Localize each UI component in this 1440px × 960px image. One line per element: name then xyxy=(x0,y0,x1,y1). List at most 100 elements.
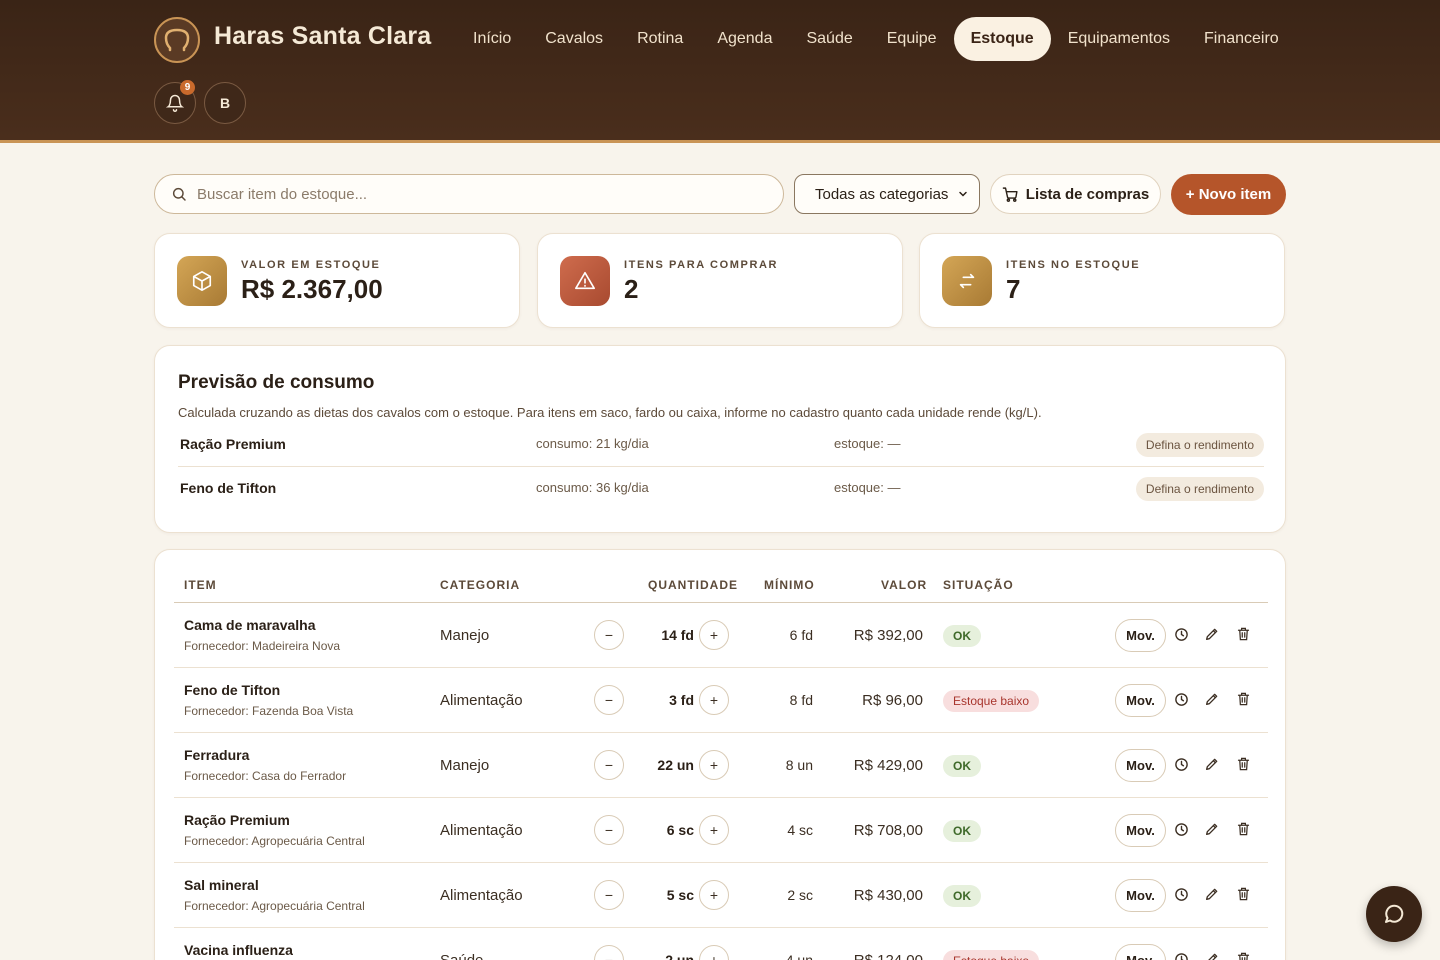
forecast-consumption: consumo: 36 kg/dia xyxy=(536,480,649,495)
table-row: Sal mineral Fornecedor: Agropecuária Cen… xyxy=(174,863,1268,928)
main-nav: Início Cavalos Rotina Agenda Saúde Equip… xyxy=(456,17,1296,61)
item-category: Manejo xyxy=(440,757,490,774)
edit-icon[interactable] xyxy=(1203,820,1221,838)
column-header-category[interactable]: CATEGORIA xyxy=(440,578,520,592)
column-header-minimum[interactable]: MÍNIMO xyxy=(764,578,815,592)
shopping-list-button[interactable]: Lista de compras xyxy=(990,174,1161,214)
edit-icon[interactable] xyxy=(1203,625,1221,643)
trash-icon[interactable] xyxy=(1234,950,1252,960)
status-badge: OK xyxy=(943,755,981,777)
edit-icon[interactable] xyxy=(1203,885,1221,903)
table-row: Ração Premium Fornecedor: Agropecuária C… xyxy=(174,798,1268,863)
inventory-table-card: ITEM CATEGORIA QUANTIDADE MÍNIMO VALOR S… xyxy=(154,549,1286,960)
history-icon[interactable] xyxy=(1172,755,1190,773)
nav-financeiro[interactable]: Financeiro xyxy=(1187,17,1296,61)
movement-button[interactable]: Mov. xyxy=(1115,619,1166,652)
brand-name[interactable]: Haras Santa Clara xyxy=(214,22,431,51)
define-yield-button[interactable]: Defina o rendimento xyxy=(1135,433,1264,457)
nav-inicio[interactable]: Início xyxy=(456,17,528,61)
column-header-quantity[interactable]: QUANTIDADE xyxy=(648,578,738,592)
nav-rotina[interactable]: Rotina xyxy=(620,17,700,61)
increase-quantity-button[interactable]: + xyxy=(699,685,729,715)
history-icon[interactable] xyxy=(1172,820,1190,838)
edit-icon[interactable] xyxy=(1203,755,1221,773)
chat-button[interactable] xyxy=(1366,886,1422,942)
movement-button[interactable]: Mov. xyxy=(1115,684,1166,717)
column-header-value[interactable]: VALOR xyxy=(881,578,927,592)
new-item-button[interactable]: + Novo item xyxy=(1171,174,1286,215)
warning-icon xyxy=(560,256,610,306)
history-icon[interactable] xyxy=(1172,690,1190,708)
stat-label: ITENS NO ESTOQUE xyxy=(1006,259,1141,271)
item-value: R$ 392,00 xyxy=(853,627,923,644)
item-category: Saúde xyxy=(440,952,483,960)
item-value: R$ 124,00 xyxy=(814,952,923,960)
movement-button[interactable]: Mov. xyxy=(1115,814,1166,847)
search-input[interactable] xyxy=(197,185,757,203)
item-quantity: 3 fd xyxy=(669,692,694,708)
trash-icon[interactable] xyxy=(1234,755,1252,773)
item-category: Alimentação xyxy=(440,822,523,839)
item-quantity: 6 sc xyxy=(666,822,694,838)
history-icon[interactable] xyxy=(1172,625,1190,643)
item-category: Manejo xyxy=(440,627,490,644)
item-name: Sal mineral xyxy=(184,877,259,893)
increase-quantity-button[interactable]: + xyxy=(699,620,729,650)
increase-quantity-button[interactable]: + xyxy=(699,945,729,960)
increase-quantity-button[interactable]: + xyxy=(699,815,729,845)
table-row: Feno de Tifton Fornecedor: Fazenda Boa V… xyxy=(174,668,1268,733)
cart-icon xyxy=(1002,186,1018,202)
user-avatar-button[interactable]: B xyxy=(204,82,246,124)
edit-icon[interactable] xyxy=(1203,950,1221,960)
forecast-description: Calculada cruzando as dietas dos cavalos… xyxy=(178,405,1042,420)
decrease-quantity-button[interactable]: − xyxy=(594,685,624,715)
horseshoe-logo-icon[interactable] xyxy=(154,17,200,63)
item-quantity: 5 sc xyxy=(666,887,694,903)
trash-icon[interactable] xyxy=(1234,885,1252,903)
nav-equipamentos[interactable]: Equipamentos xyxy=(1051,17,1187,61)
movement-button[interactable]: Mov. xyxy=(1115,749,1166,782)
column-header-status[interactable]: SITUAÇÃO xyxy=(943,578,1014,592)
forecast-row: Feno de Tifton consumo: 36 kg/dia estoqu… xyxy=(178,467,1264,511)
edit-icon[interactable] xyxy=(1203,690,1221,708)
define-yield-button[interactable]: Defina o rendimento xyxy=(1135,477,1264,501)
trash-icon[interactable] xyxy=(1234,690,1252,708)
nav-agenda[interactable]: Agenda xyxy=(700,17,789,61)
item-supplier: Fornecedor: Agropecuária Central xyxy=(184,899,365,913)
history-icon[interactable] xyxy=(1172,950,1190,960)
forecast-row: Ração Premium consumo: 21 kg/dia estoque… xyxy=(178,423,1264,467)
increase-quantity-button[interactable]: + xyxy=(699,880,729,910)
trash-icon[interactable] xyxy=(1234,625,1252,643)
movement-button[interactable]: Mov. xyxy=(1115,879,1166,912)
nav-estoque[interactable]: Estoque xyxy=(953,17,1051,61)
item-minimum: 8 fd xyxy=(789,692,813,708)
item-minimum: 4 sc xyxy=(787,822,813,838)
trash-icon[interactable] xyxy=(1234,820,1252,838)
item-name: Ferradura xyxy=(184,747,250,763)
decrease-quantity-button[interactable]: − xyxy=(594,815,624,845)
item-name: Ração Premium xyxy=(184,812,290,828)
notifications-button[interactable]: 9 xyxy=(154,80,196,124)
decrease-quantity-button[interactable]: − xyxy=(594,880,624,910)
transfer-icon xyxy=(942,256,992,306)
decrease-quantity-button[interactable]: − xyxy=(594,620,624,650)
movement-button[interactable]: Mov. xyxy=(1115,944,1166,960)
item-name: Feno de Tifton xyxy=(184,682,281,698)
nav-saude[interactable]: Saúde xyxy=(789,17,869,61)
column-header-item[interactable]: ITEM xyxy=(184,578,217,592)
category-select[interactable]: Todas as categorias xyxy=(794,174,980,214)
decrease-quantity-button[interactable]: − xyxy=(594,945,624,960)
category-select-value: Todas as categorias xyxy=(815,185,949,203)
item-category: Alimentação xyxy=(440,692,523,709)
table-row: Cama de maravalha Fornecedor: Madeireira… xyxy=(174,603,1268,668)
chat-bubble-icon xyxy=(1385,904,1404,923)
item-quantity: 14 fd xyxy=(661,627,694,643)
nav-equipe[interactable]: Equipe xyxy=(870,17,954,61)
nav-cavalos[interactable]: Cavalos xyxy=(528,17,620,61)
status-badge: OK xyxy=(943,625,981,647)
decrease-quantity-button[interactable]: − xyxy=(594,750,624,780)
stat-card-items-in-stock: ITENS NO ESTOQUE 7 xyxy=(919,233,1285,328)
history-icon[interactable] xyxy=(1172,885,1190,903)
stat-value: 7 xyxy=(1006,274,1021,304)
increase-quantity-button[interactable]: + xyxy=(699,750,729,780)
